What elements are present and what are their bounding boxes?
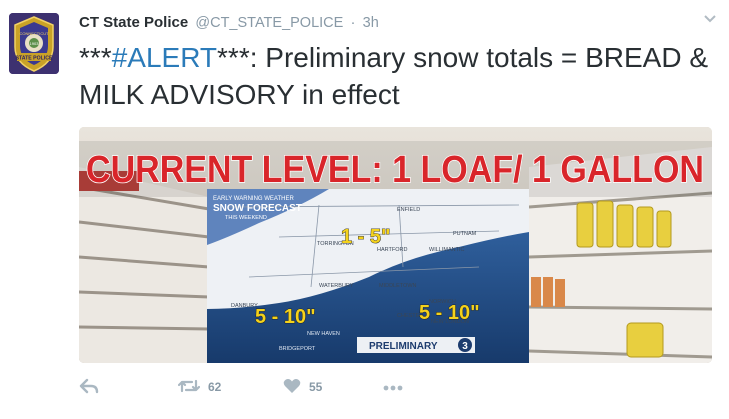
tweet-actions: 62 55 <box>79 375 479 399</box>
tweet-header: CT State Police @CT_STATE_POLICE · 3h <box>79 14 379 32</box>
snow-amount-north: 1 - 5" <box>341 226 391 248</box>
inset-title: SNOW FORECAST <box>213 203 302 214</box>
media-banner: CURRENT LEVEL: 1 LOAF/ 1 GALLON <box>86 149 704 191</box>
town-label: MIDDLETOWN <box>379 283 417 289</box>
ct-state-police-badge-icon: CONNECTICUT 1903 STATE POLICE <box>9 13 59 74</box>
avatar[interactable]: CONNECTICUT 1903 STATE POLICE <box>9 13 59 74</box>
reply-icon <box>79 378 99 397</box>
channel-logo: 3 <box>462 341 468 352</box>
retweet-button[interactable]: 62 <box>177 375 222 399</box>
tweet-text: ***#ALERT***: Preliminary snow totals = … <box>79 39 714 113</box>
chevron-down-icon[interactable] <box>702 14 718 26</box>
town-label: WATERBURY <box>319 283 354 289</box>
like-button[interactable]: 55 <box>283 375 322 399</box>
author-name[interactable]: CT State Police <box>79 14 188 31</box>
snow-amount-southwest: 5 - 10" <box>255 306 316 328</box>
heart-icon <box>283 378 301 397</box>
like-count: 55 <box>309 380 323 394</box>
town-label: PUTNAM <box>453 231 477 237</box>
tweet-media[interactable]: CURRENT LEVEL: 1 LOAF/ 1 GALLON EARLY WA… <box>79 127 712 363</box>
badge-text-top: CONNECTICUT <box>19 31 49 36</box>
tweet: CONNECTICUT 1903 STATE POLICE CT State P… <box>0 0 729 419</box>
town-label: ENFIELD <box>397 207 420 213</box>
preliminary-label: PRELIMINARY <box>369 341 438 352</box>
town-label: WILLIMANTIC <box>429 247 464 253</box>
snow-forecast-map: EARLY WARNING WEATHER SNOW FORECAST THIS… <box>207 189 529 363</box>
inset-subtitle: THIS WEEKEND <box>225 215 267 221</box>
town-label: BRIDGEPORT <box>279 346 316 352</box>
snow-amount-southeast: 5 - 10" <box>419 302 480 324</box>
badge-year: 1903 <box>30 41 40 46</box>
retweet-count: 62 <box>208 380 222 394</box>
separator: · <box>350 14 356 31</box>
retweet-icon <box>177 378 201 397</box>
town-label: NEW HAVEN <box>307 331 340 337</box>
text-prefix: *** <box>79 42 112 73</box>
tweet-timestamp[interactable]: 3h <box>363 15 379 31</box>
hashtag-link[interactable]: #ALERT <box>112 42 217 73</box>
reply-button[interactable] <box>79 375 99 399</box>
author-handle[interactable]: @CT_STATE_POLICE <box>195 15 343 31</box>
inset-header: EARLY WARNING WEATHER <box>213 196 294 202</box>
media-image: CURRENT LEVEL: 1 LOAF/ 1 GALLON EARLY WA… <box>79 127 712 363</box>
badge-text-bottom: STATE POLICE <box>16 56 54 62</box>
more-icon <box>383 380 403 394</box>
more-button[interactable] <box>383 375 403 399</box>
